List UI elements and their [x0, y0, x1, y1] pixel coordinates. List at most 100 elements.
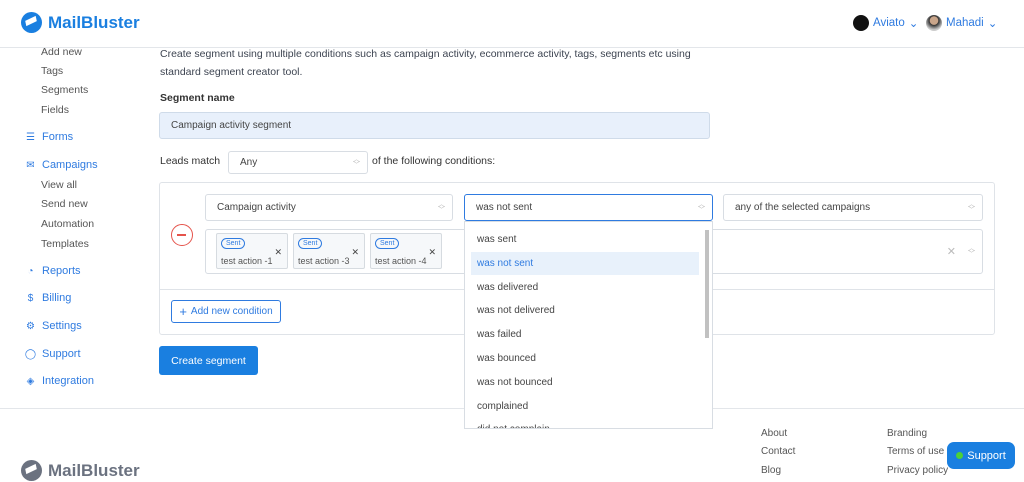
option-did-not-complain[interactable]: did not complain	[471, 418, 699, 428]
sidebar-item-billing[interactable]: $ Billing	[25, 292, 72, 304]
tag-label: test action -3	[298, 256, 350, 266]
pie-chart-icon: ◔	[27, 265, 34, 277]
option-was-not-sent[interactable]: was not sent	[471, 252, 699, 275]
add-condition-button[interactable]: + Add new condition	[171, 300, 281, 323]
label: Billing	[42, 292, 72, 304]
label: Support	[42, 348, 81, 360]
gear-icon: ⚙	[26, 320, 35, 332]
label: Reports	[42, 265, 81, 277]
status-badge: Sent	[298, 238, 323, 249]
sidebar-item-settings[interactable]: ⚙ Settings	[25, 320, 82, 332]
account-avatar	[853, 15, 869, 31]
sidebar-item-automation[interactable]: Automation	[41, 218, 94, 230]
label: Forms	[42, 131, 74, 143]
online-status-icon	[956, 452, 964, 459]
brand-name: MailBluster	[48, 12, 140, 32]
sidebar-item-campaigns[interactable]: ✉ Campaigns	[25, 159, 98, 171]
footer-link-terms[interactable]: Terms of use	[887, 446, 944, 457]
label: Support	[967, 449, 1006, 462]
operator-dropdown: was sent was not sent was delivered was …	[464, 221, 713, 429]
remove-tag-icon[interactable]: ✕	[351, 247, 359, 258]
condition-operator-select[interactable]: was not sent ︿ ﹀	[464, 194, 713, 221]
select-arrows-icon: ︿ ﹀	[438, 200, 445, 214]
sidebar-item-reports[interactable]: ◔ Reports	[25, 265, 81, 277]
option-was-not-delivered[interactable]: was not delivered	[471, 299, 699, 322]
label: Add new condition	[190, 306, 273, 317]
chevron-down-icon: ⌄	[908, 18, 919, 30]
footer-link-blog[interactable]: Blog	[761, 465, 781, 476]
footer-link-about[interactable]: About	[761, 428, 787, 439]
user-name: Mahadi	[946, 17, 984, 29]
minus-icon	[177, 234, 186, 236]
clear-icon[interactable]: ✕	[947, 245, 956, 258]
support-chat-button[interactable]: Support	[947, 442, 1015, 469]
chevron-down-icon: ⌄	[987, 18, 998, 30]
logo-icon	[21, 460, 42, 481]
user-avatar	[926, 15, 942, 31]
sidebar-item-templates[interactable]: Templates	[41, 238, 89, 250]
select-arrows-icon: ︿ ﹀	[968, 244, 975, 258]
dropdown-scrollbar[interactable]	[705, 230, 709, 338]
segment-name-label: Segment name	[160, 92, 235, 104]
header: MailBluster Aviato ⌄ Mahadi ⌄	[0, 0, 1024, 48]
sidebar-item-support[interactable]: ◯ Support	[25, 348, 81, 360]
integration-icon: ◈	[26, 375, 35, 387]
remove-tag-icon[interactable]: ✕	[274, 247, 282, 258]
select-arrows-icon: ︿ ﹀	[698, 200, 705, 214]
value: any of the selected campaigns	[735, 202, 871, 213]
account-switcher[interactable]: Aviato ⌄	[853, 15, 918, 31]
condition-field-select[interactable]: Campaign activity ︿ ﹀	[205, 194, 453, 221]
footer-link-contact[interactable]: Contact	[761, 446, 795, 457]
condition-scope-select[interactable]: any of the selected campaigns ︿ ﹀	[723, 194, 983, 221]
option-was-not-bounced[interactable]: was not bounced	[471, 371, 699, 394]
sidebar-item-view-all[interactable]: View all	[41, 179, 77, 191]
create-segment-button[interactable]: Create segment	[159, 346, 258, 375]
dollar-icon: $	[27, 292, 34, 304]
conditions-suffix: of the following conditions:	[372, 155, 496, 167]
logo[interactable]: MailBluster	[21, 12, 140, 33]
tag-label: test action -4	[375, 256, 427, 266]
sidebar-item-forms[interactable]: ☰ Forms	[25, 131, 73, 143]
segment-name-input[interactable]: Campaign activity segment	[159, 112, 710, 139]
select-arrows-icon: ︿ ﹀	[968, 200, 975, 214]
leads-match-label: Leads match	[160, 155, 221, 167]
status-badge: Sent	[375, 238, 400, 249]
sidebar-item-integration[interactable]: ◈ Integration	[25, 375, 94, 387]
campaign-tag: Sent test action -3 ✕	[293, 233, 365, 269]
brand-name: MailBluster	[48, 460, 140, 480]
label: Campaigns	[42, 159, 98, 171]
leads-match-select[interactable]: Any ︿ ﹀	[228, 151, 368, 174]
campaign-tag: Sent test action -1 ✕	[216, 233, 288, 269]
label: Settings	[42, 320, 82, 332]
remove-condition-button[interactable]	[171, 224, 193, 246]
status-badge: Sent	[221, 238, 246, 249]
sidebar-item-send-new[interactable]: Send new	[41, 198, 88, 210]
logo-icon	[21, 12, 42, 33]
option-complained[interactable]: complained	[471, 395, 699, 418]
value: was not sent	[476, 202, 533, 213]
envelope-icon: ✉	[26, 159, 35, 171]
page-description: Create segment using multiple conditions…	[160, 48, 691, 78]
sidebar-item-tags[interactable]: Tags	[41, 65, 63, 77]
footer-logo: MailBluster	[21, 460, 140, 481]
plus-icon: +	[179, 304, 187, 319]
form-icon: ☰	[26, 131, 35, 143]
footer-link-branding[interactable]: Branding	[887, 428, 927, 439]
select-arrows-icon: ︿ ﹀	[353, 155, 360, 169]
option-was-failed[interactable]: was failed	[471, 323, 699, 346]
chat-icon: ◯	[24, 348, 37, 360]
value: Campaign activity	[217, 202, 296, 213]
account-name: Aviato	[873, 17, 905, 29]
label: Integration	[42, 375, 94, 387]
option-was-delivered[interactable]: was delivered	[471, 276, 699, 299]
sidebar-item-fields[interactable]: Fields	[41, 104, 69, 116]
footer-link-privacy[interactable]: Privacy policy	[887, 465, 948, 476]
option-was-bounced[interactable]: was bounced	[471, 347, 699, 370]
user-menu[interactable]: Mahadi ⌄	[926, 15, 997, 31]
tag-label: test action -1	[221, 256, 273, 266]
option-was-sent[interactable]: was sent	[471, 228, 699, 251]
remove-tag-icon[interactable]: ✕	[428, 247, 436, 258]
campaign-tag: Sent test action -4 ✕	[370, 233, 442, 269]
sidebar-item-segments[interactable]: Segments	[41, 84, 88, 96]
value: Any	[240, 157, 258, 168]
